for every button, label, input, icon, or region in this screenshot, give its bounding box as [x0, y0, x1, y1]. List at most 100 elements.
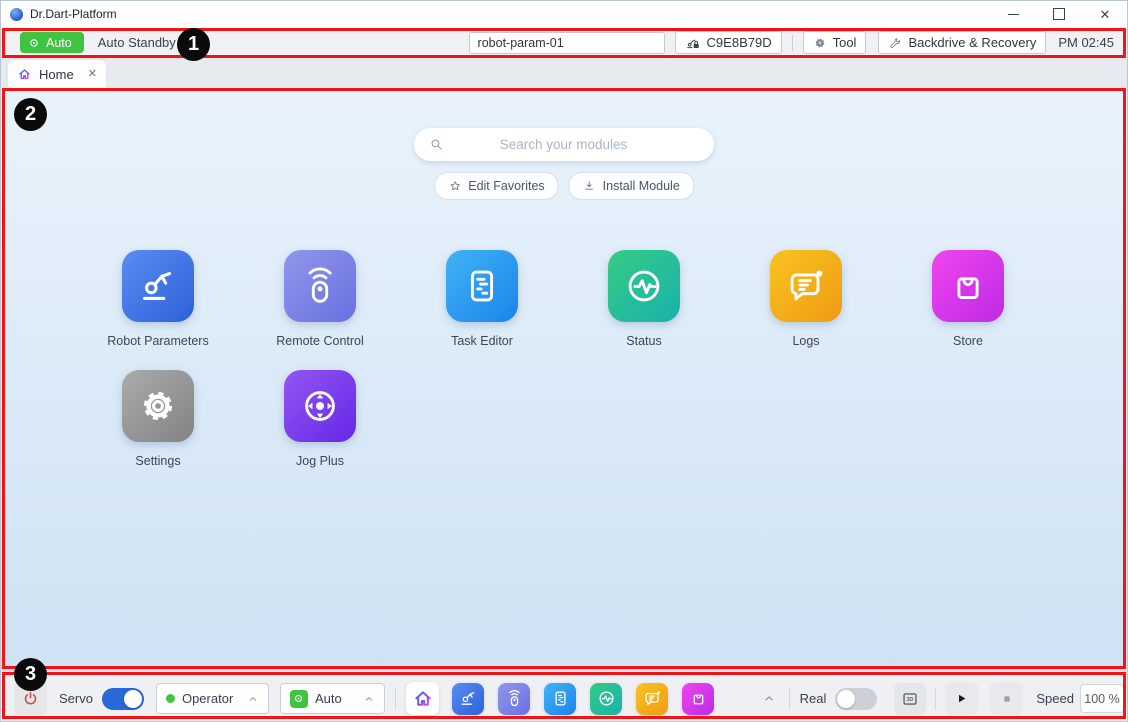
- search-input[interactable]: [445, 136, 700, 153]
- module-label: Robot Parameters: [107, 334, 208, 348]
- speed-value: 100 %: [1084, 692, 1119, 706]
- home-icon: [17, 67, 32, 82]
- edit-favorites-label: Edit Favorites: [468, 179, 544, 193]
- operator-dropdown-label: Operator: [182, 691, 233, 706]
- star-icon: [448, 179, 462, 193]
- dock-logs[interactable]: [636, 683, 668, 715]
- view-3d-button[interactable]: [894, 683, 926, 715]
- window-controls: ✕: [990, 0, 1128, 28]
- settings-tile[interactable]: [122, 370, 194, 442]
- search-icon: [428, 136, 445, 153]
- mode-dropdown[interactable]: Auto: [280, 683, 385, 714]
- dock-task-editor[interactable]: [544, 683, 576, 715]
- servo-toggle[interactable]: [102, 688, 144, 710]
- power-button[interactable]: [14, 682, 47, 715]
- remote-control-icon: [504, 688, 525, 709]
- clock-label: PM 02:45: [1058, 35, 1114, 50]
- status-tile[interactable]: [608, 250, 680, 322]
- module-jog-plus[interactable]: Jog Plus: [239, 370, 401, 468]
- module-settings[interactable]: Settings: [77, 370, 239, 468]
- home-dock-button[interactable]: [406, 682, 439, 715]
- module-label: Status: [626, 334, 661, 348]
- gear-icon: [813, 36, 827, 50]
- chevron-up-icon: [247, 693, 259, 705]
- store-tile[interactable]: [932, 250, 1004, 322]
- tab-bar: Home ✕: [0, 58, 1128, 88]
- speed-value-box[interactable]: 100 %: [1080, 684, 1124, 713]
- edit-favorites-button[interactable]: Edit Favorites: [434, 172, 558, 200]
- wrench-icon: [888, 36, 902, 50]
- module-search-bar[interactable]: [414, 128, 714, 161]
- module-store[interactable]: Store: [887, 250, 1049, 348]
- minimize-button[interactable]: [990, 0, 1036, 28]
- robot-arm-icon: [135, 263, 181, 309]
- play-icon: [953, 690, 970, 707]
- tool-button-label: Tool: [833, 35, 857, 50]
- module-label: Jog Plus: [296, 454, 344, 468]
- mode-badge[interactable]: Auto: [20, 32, 84, 53]
- remote-control-tile[interactable]: [284, 250, 356, 322]
- mode-dropdown-label: Auto: [315, 691, 342, 706]
- title-bar: Dr.Dart-Platform ✕: [0, 0, 1128, 28]
- module-label: Task Editor: [451, 334, 513, 348]
- remote-control-icon: [297, 263, 343, 309]
- robot-parameters-tile[interactable]: [122, 250, 194, 322]
- tab-close-icon[interactable]: ✕: [88, 69, 97, 80]
- settings-gear-icon: [135, 383, 181, 429]
- jog-pad-icon: [297, 383, 343, 429]
- tab-home-label: Home: [39, 67, 74, 82]
- statusbar-separator: [935, 688, 936, 710]
- play-button[interactable]: [945, 682, 978, 715]
- module-label: Remote Control: [276, 334, 364, 348]
- dock-remote-control[interactable]: [498, 683, 530, 715]
- robot-serial-label: C9E8B79D: [707, 35, 772, 50]
- dock-robot-parameters[interactable]: [452, 683, 484, 715]
- top-toolbar: Auto Auto Standby C9E8B79D Tool Backdriv…: [0, 28, 1128, 58]
- task-document-icon: [550, 688, 571, 709]
- maximize-button[interactable]: [1036, 0, 1082, 28]
- chevron-up-icon: [363, 693, 375, 705]
- logs-chat-icon: [783, 263, 829, 309]
- operator-dropdown[interactable]: Operator: [156, 683, 269, 714]
- window-title: Dr.Dart-Platform: [30, 7, 117, 21]
- robot-serial-badge[interactable]: C9E8B79D: [675, 31, 782, 54]
- module-robot-parameters[interactable]: Robot Parameters: [77, 250, 239, 348]
- install-module-button[interactable]: Install Module: [569, 172, 694, 200]
- toolbar-separator: [792, 35, 793, 51]
- servo-label: Servo: [59, 691, 93, 706]
- statusbar-separator: [395, 688, 396, 710]
- task-document-icon: [459, 263, 505, 309]
- module-task-editor[interactable]: Task Editor: [401, 250, 563, 348]
- auto-mode-icon: [27, 36, 41, 50]
- module-status[interactable]: Status: [563, 250, 725, 348]
- module-label: Logs: [792, 334, 819, 348]
- bottom-status-bar: Servo Operator Auto Real Speed: [0, 674, 1128, 722]
- module-remote-control[interactable]: Remote Control: [239, 250, 401, 348]
- backdrive-recovery-label: Backdrive & Recovery: [908, 35, 1036, 50]
- status-pulse-icon: [621, 263, 667, 309]
- home-icon: [412, 688, 434, 710]
- dock-collapse-chevron-icon[interactable]: [762, 691, 776, 706]
- operator-status-dot: [166, 694, 175, 703]
- robot-lock-icon: [685, 35, 701, 51]
- dock-status[interactable]: [590, 683, 622, 715]
- tool-button[interactable]: Tool: [803, 31, 867, 54]
- task-editor-tile[interactable]: [446, 250, 518, 322]
- robot-param-input[interactable]: [469, 32, 665, 54]
- tab-home[interactable]: Home ✕: [8, 60, 106, 88]
- speed-label: Speed: [1036, 691, 1074, 706]
- stop-button[interactable]: [990, 682, 1023, 715]
- auto-mode-icon: [292, 692, 305, 705]
- backdrive-recovery-button[interactable]: Backdrive & Recovery: [878, 31, 1046, 54]
- module-dock: [452, 683, 714, 715]
- statusbar-separator: [789, 688, 790, 710]
- logs-tile[interactable]: [770, 250, 842, 322]
- real-toggle[interactable]: [835, 688, 877, 710]
- auto-mode-mini-icon: [290, 690, 308, 708]
- close-icon: ✕: [1100, 8, 1111, 21]
- module-logs[interactable]: Logs: [725, 250, 887, 348]
- dock-store[interactable]: [682, 683, 714, 715]
- close-button[interactable]: ✕: [1082, 0, 1128, 28]
- 3d-view-icon: [899, 688, 921, 710]
- jog-plus-tile[interactable]: [284, 370, 356, 442]
